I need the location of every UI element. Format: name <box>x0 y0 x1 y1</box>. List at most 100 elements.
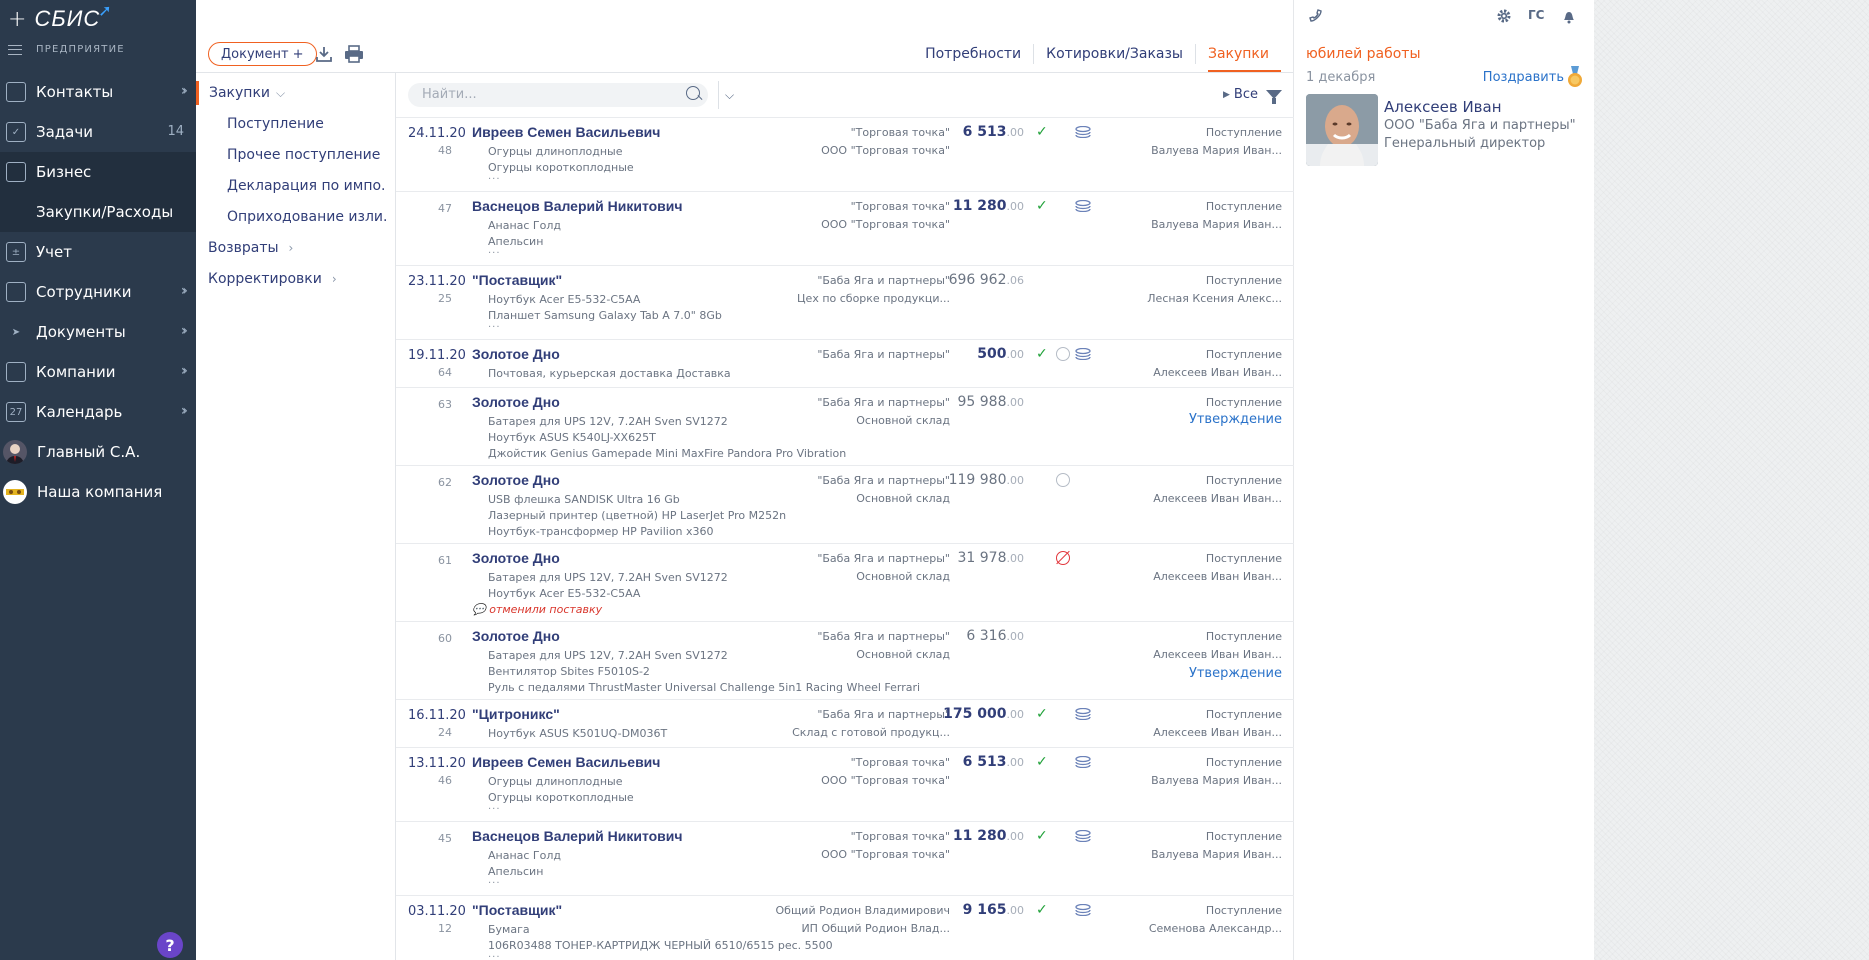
brand[interactable]: + СБИС ➚ <box>8 1 112 34</box>
add-document-button[interactable]: Документ + <box>208 42 317 66</box>
row-item: Огурцы короткоплодные <box>488 161 634 174</box>
chevron-right-icon[interactable]: › <box>332 272 337 286</box>
table-row[interactable]: 45 Васнецов Валерий Никитович Ананас Голд А… <box>396 821 1294 895</box>
folder-purchases[interactable]: Закупки ⌵ <box>196 81 394 105</box>
folder-corrections[interactable]: Корректировки › <box>208 271 337 287</box>
person-name[interactable]: Алексеев Иван <box>1384 98 1502 116</box>
row-warehouse: ООО "Торговая точка" <box>821 774 950 787</box>
menu-icon[interactable] <box>8 44 22 55</box>
folder-import-declaration[interactable]: Декларация по импо... <box>227 178 387 194</box>
table-row[interactable]: 13.11.20 46 Ивреев Семен Васильевич Огурцы … <box>396 747 1294 821</box>
row-counterparty[interactable]: Золотое Дно <box>472 550 560 566</box>
table-row[interactable]: 03.11.20 12 "Поставщик" Бумага 106R03488 ТОН… <box>396 895 1294 960</box>
row-counterparty[interactable]: Ивреев Семен Васильевич <box>472 754 660 770</box>
print-icon[interactable] <box>344 44 364 64</box>
plus-icon[interactable]: + <box>8 7 26 32</box>
chevron-down-icon[interactable]: ⌵ <box>276 86 285 100</box>
folder-surplus[interactable]: Оприходование изли... <box>227 209 387 225</box>
sidebar-item-accounting[interactable]: ± Учет <box>0 232 196 272</box>
sum-kopecks: .00 <box>1006 126 1025 139</box>
double-chevron-icon[interactable]: ›› <box>181 283 188 299</box>
documents-list: Найти... ⌵ ▶ Все 24.11.20 48 Ивреев Семен … <box>396 73 1294 960</box>
tab-purchases[interactable]: Закупки <box>1194 44 1282 72</box>
folder-returns[interactable]: Возвраты › <box>208 240 293 256</box>
chevron-right-icon[interactable]: › <box>289 241 294 255</box>
table-row[interactable]: 23.11.20 25 "Поставщик" Ноутбук Acer E5-532… <box>396 265 1294 339</box>
folder-other-receipt[interactable]: Прочее поступление <box>227 147 387 163</box>
search-input[interactable]: Найти... <box>408 83 708 107</box>
row-item: Ноутбук ASUS K501UQ-DM036T <box>488 727 668 740</box>
row-counterparty[interactable]: "Цитроникс" <box>472 706 560 722</box>
table-row[interactable]: 16.11.20 24 "Цитроникс" Ноутбук ASUS K501UQ… <box>396 699 1294 747</box>
tab-quotations[interactable]: Котировки/Заказы <box>1033 44 1195 64</box>
double-chevron-icon[interactable]: ›› <box>181 323 188 339</box>
row-counterparty[interactable]: Золотое Дно <box>472 472 560 488</box>
sum-value: 6 316 <box>966 628 1007 644</box>
people-icon <box>6 282 26 302</box>
row-counterparty[interactable]: "Поставщик" <box>472 272 562 288</box>
row-more[interactable]: ... <box>488 801 501 812</box>
sidebar-item-companies[interactable]: Компании ›› <box>0 352 196 392</box>
person-photo[interactable] <box>1306 94 1378 166</box>
double-chevron-icon[interactable]: ›› <box>181 363 188 379</box>
phone-icon[interactable] <box>1308 8 1324 28</box>
sum-value: 95 988 <box>957 394 1007 410</box>
row-counterparty[interactable]: Золотое Дно <box>472 628 560 644</box>
bell-icon[interactable] <box>1562 8 1576 28</box>
sidebar-item-employees[interactable]: Сотрудники ›› <box>0 272 196 312</box>
row-status: Поступление <box>1205 904 1282 917</box>
sidebar-item-our-company[interactable]: Наша компания <box>0 472 196 512</box>
sum-value: 175 000 <box>943 706 1007 722</box>
approval-link[interactable]: Утверждение <box>1189 666 1282 681</box>
filter-button[interactable]: ▶ Все <box>1223 87 1282 104</box>
user-initials[interactable]: ГС <box>1528 8 1544 22</box>
table-row[interactable]: 63 Золотое Дно Батарея для UPS 12V, 7.2AH … <box>396 387 1294 465</box>
sidebar-item-calendar[interactable]: 27 Календарь ›› <box>0 392 196 432</box>
table-row[interactable]: 19.11.20 64 Золотое Дно Почтовая, курьерска… <box>396 339 1294 387</box>
row-more[interactable]: ... <box>488 171 501 182</box>
row-counterparty[interactable]: Золотое Дно <box>472 346 560 362</box>
search-placeholder: Найти... <box>422 87 477 102</box>
row-counterparty[interactable]: "Поставщик" <box>472 902 562 918</box>
table-row[interactable]: 47 Васнецов Валерий Никитович Ананас Голд А… <box>396 191 1294 265</box>
approval-link[interactable]: Утверждение <box>1189 412 1282 427</box>
search-icon[interactable] <box>686 86 700 100</box>
download-icon[interactable] <box>314 44 334 64</box>
row-date: 23.11.20 <box>408 274 466 289</box>
row-counterparty[interactable]: Ивреев Семен Васильевич <box>472 124 660 140</box>
double-chevron-icon[interactable]: ›› <box>181 403 188 419</box>
row-item: Огурцы короткоплодные <box>488 791 634 804</box>
funnel-icon[interactable] <box>1266 90 1282 104</box>
table-row[interactable]: 62 Золотое Дно USB флешка SANDISK Ultra 16… <box>396 465 1294 543</box>
sidebar-subitem-purchases[interactable]: Закупки/Расходы <box>0 192 196 232</box>
row-counterparty[interactable]: Васнецов Валерий Никитович <box>472 198 683 214</box>
row-status: Поступление <box>1205 756 1282 769</box>
row-date: 16.11.20 <box>408 708 466 723</box>
congratulate-button[interactable]: Поздравить <box>1483 70 1564 85</box>
table-row[interactable]: 61 Золотое Дно Батарея для UPS 12V, 7.2AH … <box>396 543 1294 621</box>
sidebar-item-contacts[interactable]: Контакты ›› <box>0 72 196 112</box>
double-chevron-icon[interactable]: ›› <box>181 83 188 99</box>
row-more[interactable]: ... <box>488 245 501 256</box>
row-number: 48 <box>438 144 452 157</box>
table-row[interactable]: 24.11.20 48 Ивреев Семен Васильевич Огурцы … <box>396 117 1294 191</box>
row-counterparty[interactable]: Золотое Дно <box>472 394 560 410</box>
row-date: 13.11.20 <box>408 756 466 771</box>
sidebar-item-documents[interactable]: ➤ Документы ›› <box>0 312 196 352</box>
search-options-chevron-icon[interactable]: ⌵ <box>718 81 740 109</box>
section-switcher[interactable]: ПРЕДПРИЯТИЕ <box>8 44 125 55</box>
sidebar-item-business[interactable]: Бизнес <box>0 152 196 192</box>
gear-icon[interactable] <box>1496 8 1512 28</box>
sidebar-item-profile[interactable]: Главный С.А. <box>0 432 196 472</box>
company-search-icon <box>6 362 26 382</box>
sidebar-item-tasks[interactable]: ✓ Задачи 14 <box>0 112 196 152</box>
row-counterparty[interactable]: Васнецов Валерий Никитович <box>472 828 683 844</box>
row-more[interactable]: ... <box>488 949 501 960</box>
folder-receipt[interactable]: Поступление <box>227 116 387 132</box>
row-more[interactable]: ... <box>488 875 501 886</box>
tab-needs[interactable]: Потребности <box>913 44 1033 64</box>
table-row[interactable]: 60 Золотое Дно Батарея для UPS 12V, 7.2AH … <box>396 621 1294 699</box>
help-button[interactable]: ? <box>157 932 183 958</box>
main-panel: Документ + Потребности Котировки/Заказы … <box>196 0 1294 960</box>
row-more[interactable]: ... <box>488 319 501 330</box>
